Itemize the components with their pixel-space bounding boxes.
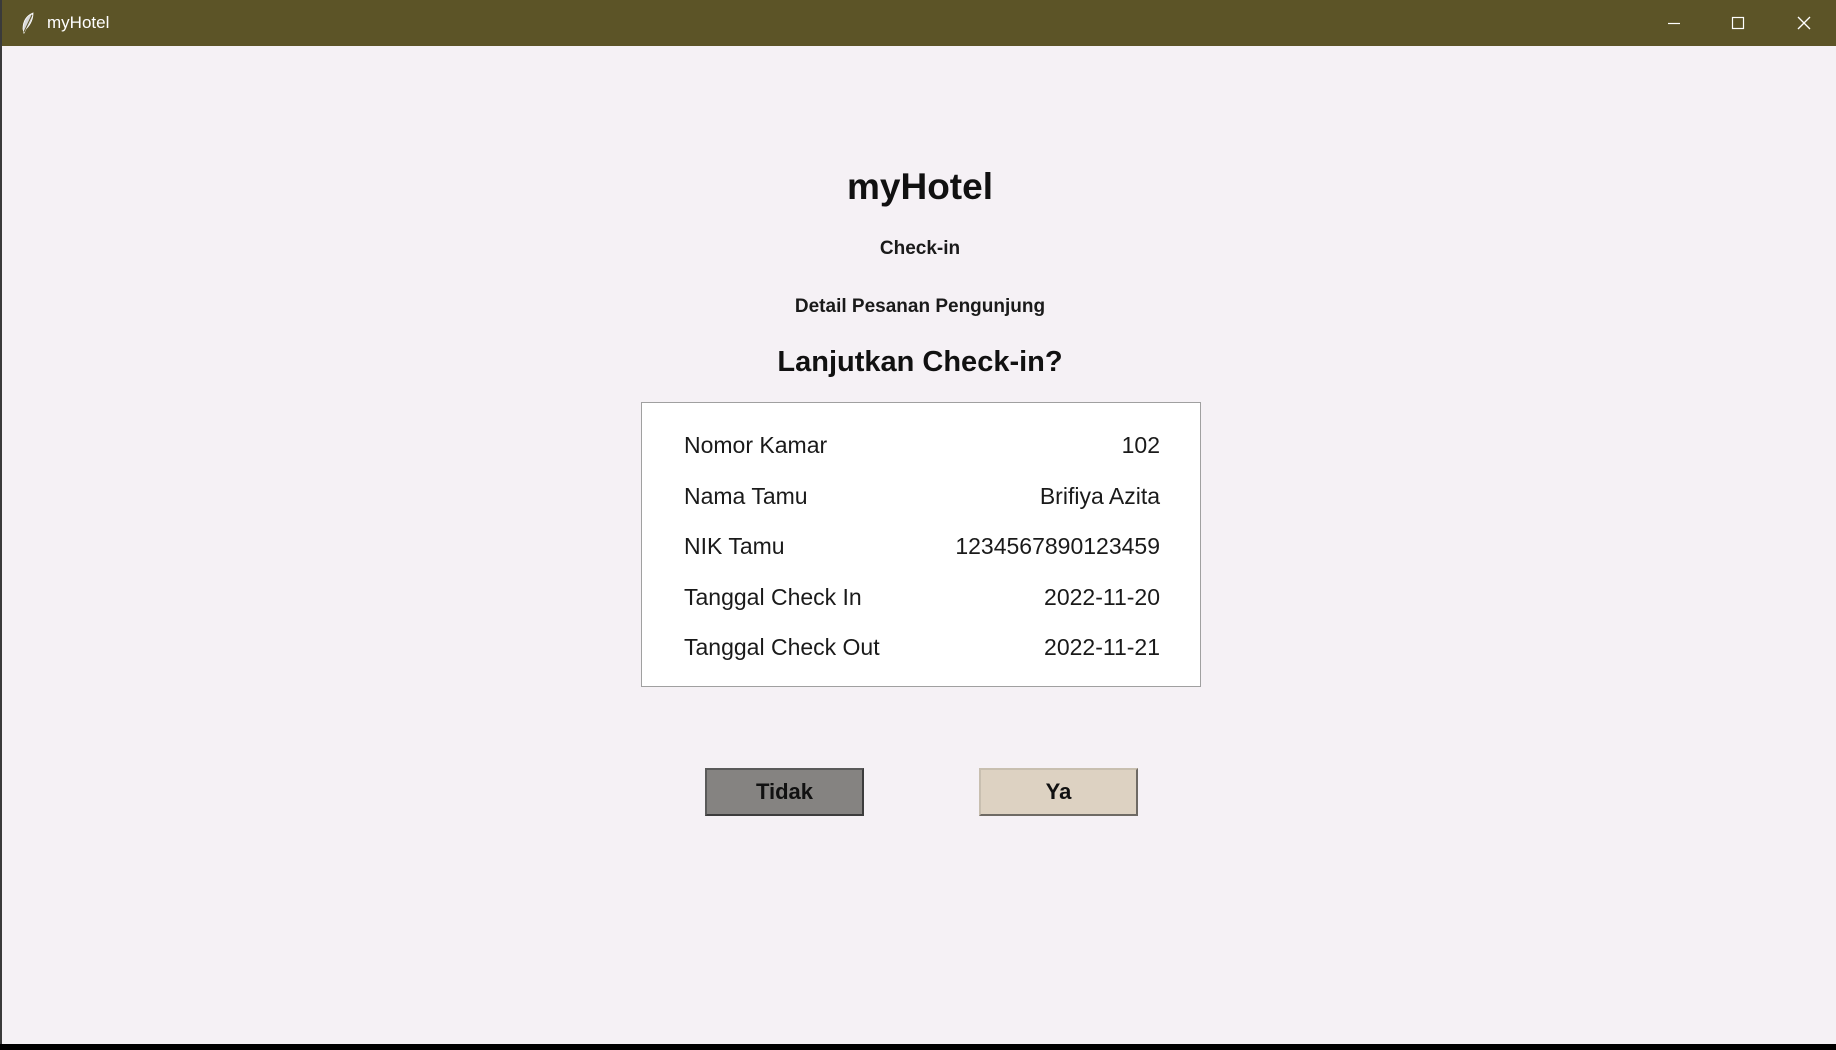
detail-label: Nama Tamu <box>684 482 808 509</box>
section-title: Check-in <box>879 238 961 259</box>
window-title: myHotel <box>47 13 110 32</box>
detail-value: Brifiya Azita <box>1039 482 1160 509</box>
detail-subtitle: Detail Pesanan Pengunjung <box>794 296 1046 317</box>
detail-label: Tanggal Check Out <box>684 633 880 660</box>
detail-label: Nomor Kamar <box>684 431 828 458</box>
booking-detail-card: Nomor Kamar 102 Nama Tamu Brifiya Azita … <box>641 402 1201 687</box>
no-button[interactable]: Tidak <box>705 768 864 816</box>
minimize-icon <box>1668 22 1680 25</box>
title-bar[interactable]: myHotel <box>2 0 1836 46</box>
detail-value: 2022-11-20 <box>1044 583 1160 610</box>
app-window: myHotel myHotel Check-in Detail Pesanan … <box>0 0 1836 1044</box>
detail-label: Tanggal Check In <box>684 583 862 610</box>
detail-value: 102 <box>1121 431 1160 458</box>
feather-icon <box>20 12 36 35</box>
detail-row-guest-name: Nama Tamu Brifiya Azita <box>684 481 1160 511</box>
detail-value: 2022-11-21 <box>1044 633 1160 660</box>
detail-row-guest-nik: NIK Tamu 1234567890123459 <box>684 531 1160 561</box>
detail-value: 1234567890123459 <box>955 532 1160 559</box>
maximize-button[interactable] <box>1706 0 1770 46</box>
detail-row-check-in-date: Tanggal Check In 2022-11-20 <box>684 582 1160 612</box>
minimize-button[interactable] <box>1642 0 1706 46</box>
confirmation-question: Lanjutkan Check-in? <box>777 346 1063 378</box>
detail-label: NIK Tamu <box>684 532 785 559</box>
detail-row-room-number: Nomor Kamar 102 <box>684 430 1160 460</box>
maximize-icon <box>1731 16 1745 30</box>
detail-row-check-out-date: Tanggal Check Out 2022-11-21 <box>684 632 1160 662</box>
close-button[interactable] <box>1772 0 1836 46</box>
app-heading: myHotel <box>847 166 993 207</box>
yes-button[interactable]: Ya <box>979 768 1138 816</box>
close-icon <box>1797 16 1811 30</box>
